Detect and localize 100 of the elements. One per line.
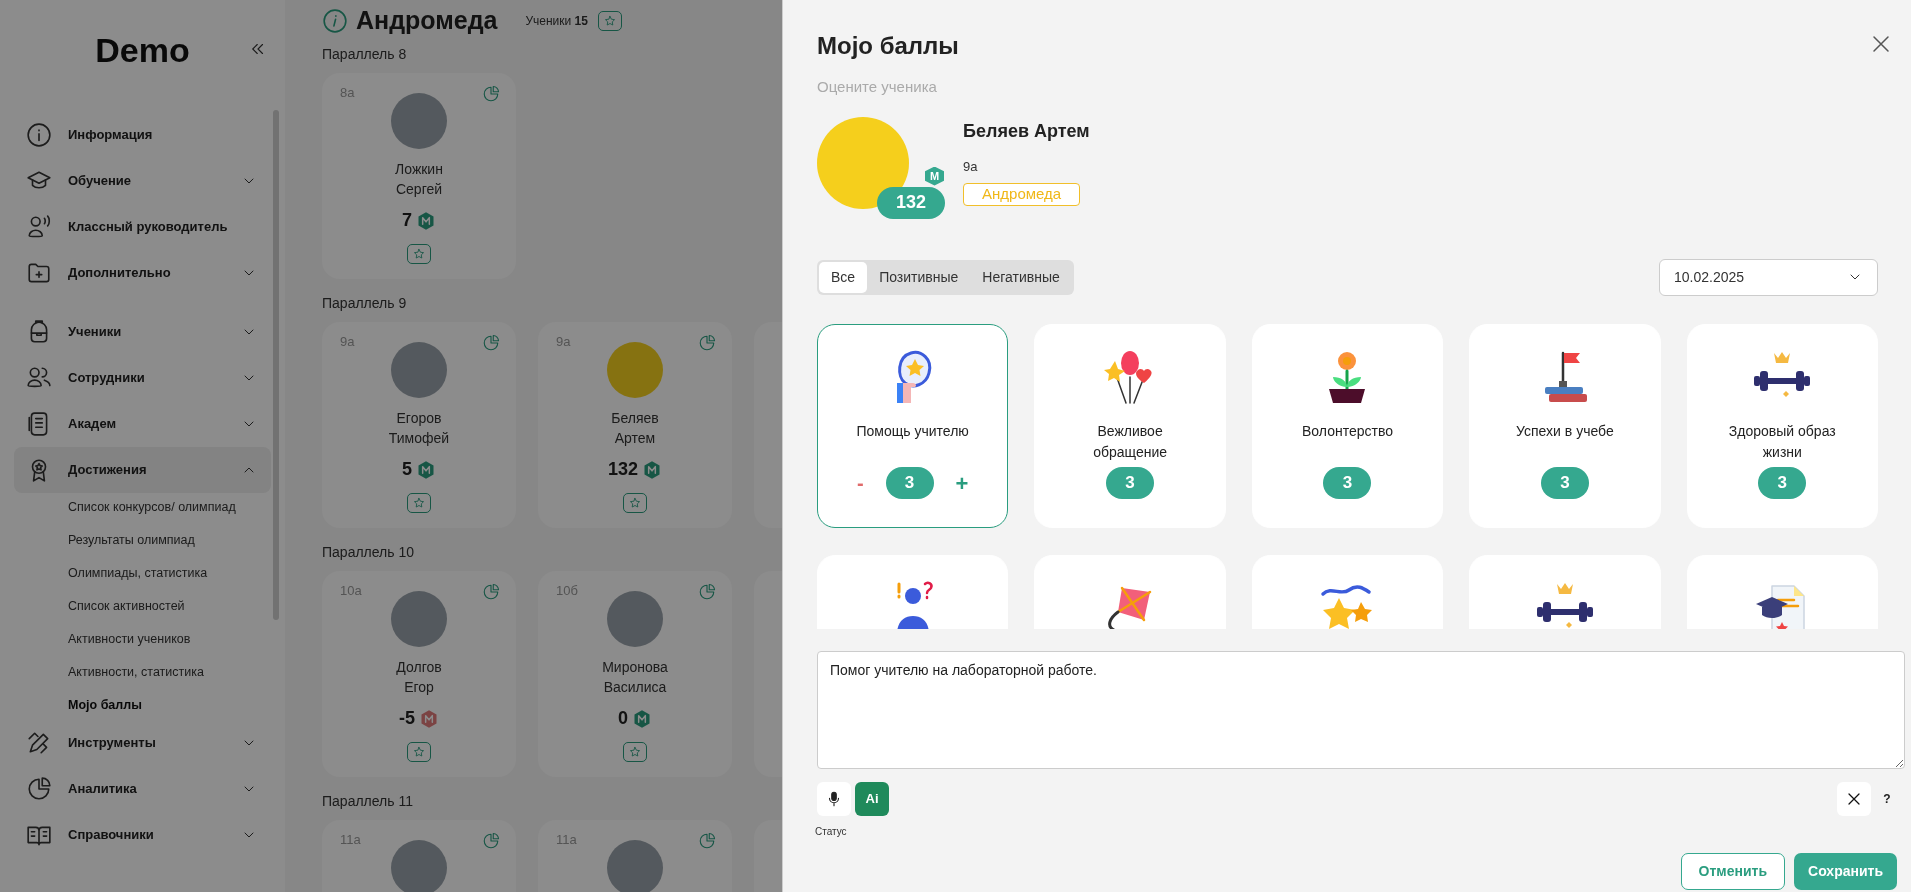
class-label: 9а: [556, 333, 571, 351]
sidebar-item[interactable]: Справочники: [14, 812, 271, 858]
star-button[interactable]: [623, 493, 647, 513]
submenu-item[interactable]: Результаты олимпиад: [68, 532, 245, 549]
student-card[interactable]: 9а Егоров Тимофей 5: [322, 322, 516, 528]
star-icon: [602, 14, 617, 28]
status-label: Статус: [815, 824, 848, 839]
student-card[interactable]: 9а Беляев Артем 132: [538, 322, 732, 528]
group-tag: Андромеда: [963, 183, 1081, 206]
submenu-item[interactable]: Активности, статистика: [68, 664, 245, 681]
category-card[interactable]: Вежливое обращение 3: [1034, 323, 1226, 528]
star-button[interactable]: [407, 493, 431, 513]
student-surname: Долгов: [396, 658, 442, 677]
filter-tab[interactable]: Позитивные: [867, 261, 971, 293]
pie-chart-icon[interactable]: [482, 583, 500, 601]
photo-placeholder: [391, 93, 447, 149]
student-surname: Егоров: [396, 409, 442, 428]
scrollbar[interactable]: [273, 110, 279, 620]
sidebar-item[interactable]: Инструменты: [14, 720, 271, 766]
comment-field[interactable]: Помог учителю на лабораторной работе.: [817, 650, 1905, 769]
class-label: 11а: [556, 831, 577, 849]
student-card[interactable]: 10а Долгов Егор -5: [322, 571, 516, 777]
microphone-button[interactable]: [817, 781, 851, 816]
count-badge: 3: [885, 467, 934, 499]
sidebar-item[interactable]: Дополнительно: [14, 250, 271, 296]
class-label: 10б: [556, 582, 578, 600]
sidebar-item[interactable]: Классный руководитель: [14, 204, 271, 250]
category-card[interactable]: Здоровый образ жизни 3: [1686, 323, 1878, 528]
section-heading: Параллель 8: [322, 45, 408, 64]
sidebar-item[interactable]: Обучение: [14, 158, 271, 204]
star-button[interactable]: [623, 742, 647, 762]
mojo-badge: M: [925, 166, 944, 186]
ai-button[interactable]: Ai: [855, 781, 889, 816]
category-card[interactable]: Волонтерство 3: [1251, 323, 1444, 528]
pie-chart-icon: [26, 776, 52, 802]
pie-chart-icon[interactable]: [698, 334, 716, 352]
pie-chart-icon[interactable]: [698, 832, 716, 850]
photo-placeholder: [607, 342, 663, 398]
photo-placeholder: [607, 840, 663, 892]
student-first-name: Артем: [614, 429, 656, 448]
star-button[interactable]: [597, 11, 622, 31]
category-label: Волонтерство: [1301, 421, 1394, 441]
class-label: 11а: [340, 831, 361, 849]
student-card[interactable]: 10б Миронова Василиса 0: [538, 571, 732, 777]
drawer-title: Mojo баллы: [817, 31, 959, 61]
photo-placeholder: [391, 342, 447, 398]
star-button[interactable]: [407, 742, 431, 762]
class-label: 8а: [340, 84, 355, 102]
info-icon[interactable]: [322, 8, 348, 34]
submenu-item[interactable]: Список активностей: [68, 598, 245, 615]
save-button[interactable]: Сохранить: [1794, 852, 1897, 890]
help-button[interactable]: ?: [1877, 781, 1897, 816]
students-count: Ученики 15: [525, 13, 588, 30]
score-badge: 132: [877, 186, 945, 219]
pie-chart-icon[interactable]: [698, 583, 716, 601]
submenu-item[interactable]: Активности учеников: [68, 631, 245, 648]
filter-tab[interactable]: Негативные: [970, 261, 1072, 293]
pie-chart-icon[interactable]: [482, 832, 500, 850]
score-value: 0: [618, 707, 628, 730]
category-card[interactable]: Успехи в учебе 3: [1469, 323, 1661, 528]
class-label: 10а: [340, 582, 362, 600]
student-surname: Миронова: [602, 658, 668, 677]
student-card[interactable]: 8а Ложкин Сергей 7: [322, 73, 516, 279]
category-card[interactable]: Помощь учителю - 3 +: [817, 323, 1009, 528]
student-name: Беляев Артем: [963, 119, 1090, 143]
cancel-button[interactable]: Отменить: [1680, 852, 1786, 890]
filter-tab[interactable]: Все: [819, 261, 868, 293]
date-dropdown[interactable]: 10.02.2025: [1659, 258, 1878, 296]
decrease-button[interactable]: -: [856, 468, 864, 498]
sidebar-item[interactable]: Информация: [14, 112, 271, 158]
category-label: Здоровый образ жизни: [1727, 421, 1837, 462]
submenu-item[interactable]: Mojo баллы: [68, 697, 245, 714]
student-class: 9а: [963, 157, 978, 176]
student-surname: Беляев: [611, 409, 659, 428]
sidebar-item[interactable]: Аналитика: [14, 766, 271, 812]
submenu-item[interactable]: Список конкурсов/ олимпиад: [68, 499, 245, 516]
count-badge: 3: [1323, 466, 1372, 499]
sidebar-item[interactable]: Ученики: [14, 309, 271, 355]
sidebar-item[interactable]: Академ: [14, 401, 271, 447]
star-button[interactable]: [407, 244, 431, 264]
star-icon: [628, 496, 642, 510]
student-first-name: Сергей: [395, 180, 443, 199]
increase-button[interactable]: +: [955, 466, 969, 500]
sidebar-item[interactable]: Сотрудники: [14, 355, 271, 401]
info-icon: [26, 122, 52, 148]
count-badge: 3: [1758, 466, 1807, 499]
category-label: Помощь учителю: [855, 421, 970, 441]
student-first-name: Тимофей: [388, 429, 450, 448]
category-label: Вежливое обращение: [1092, 421, 1169, 462]
submenu-item[interactable]: Олимпиады, статистика: [68, 565, 245, 582]
star-icon: [412, 745, 426, 759]
score-value: 5: [402, 458, 412, 481]
clear-button[interactable]: [1837, 781, 1871, 816]
student-first-name: Василиса: [603, 678, 667, 697]
student-surname: Ложкин: [395, 160, 443, 179]
section-heading: Параллель 9: [322, 294, 408, 313]
pie-chart-icon[interactable]: [482, 334, 500, 352]
pie-chart-icon[interactable]: [482, 85, 500, 103]
section-heading: Параллель 11: [322, 792, 414, 811]
section-heading: Параллель 10: [322, 543, 415, 562]
